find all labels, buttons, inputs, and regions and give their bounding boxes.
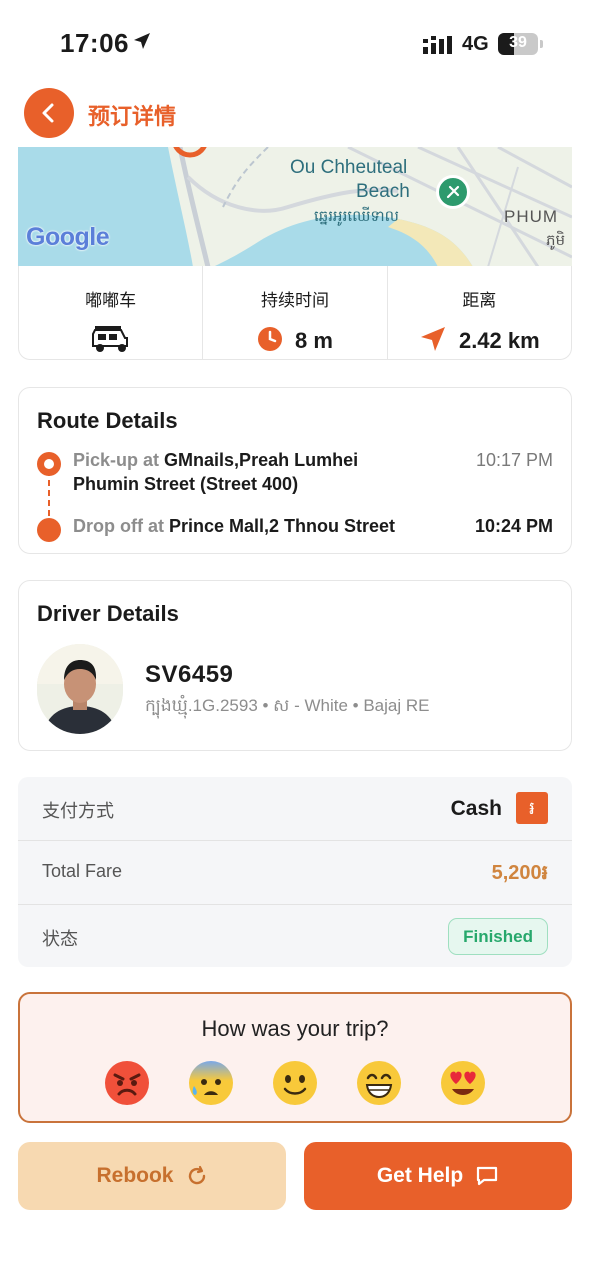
stat-vehicle: 嘟嘟车 <box>19 266 202 359</box>
rebook-button[interactable]: Rebook <box>18 1142 286 1210</box>
trip-stats: 嘟嘟车 持续时间 8 m 距离 2.42 km <box>18 266 572 360</box>
duration-value: 8 m <box>295 328 333 353</box>
status-time: 17:06 <box>60 28 129 58</box>
status-row: 状态 Finished <box>18 904 572 967</box>
pickup-address: Pick-up at GMnails,Preah Lumhei Phumin S… <box>73 448 358 496</box>
grinning-face-icon[interactable] <box>356 1060 402 1106</box>
total-fare-row: Total Fare 5,200៛ <box>18 840 572 903</box>
vehicle-label: 嘟嘟车 <box>85 291 137 311</box>
cash-icon: ៛ <box>516 792 548 824</box>
route-details-title: Route Details <box>37 408 178 433</box>
trip-rating-card: How was your trip? <box>18 992 572 1123</box>
navigation-arrow-icon <box>419 325 447 358</box>
dropoff-marker-icon <box>37 518 61 542</box>
get-help-label: Get Help <box>376 1164 464 1187</box>
driver-avatar <box>37 644 123 734</box>
pickup-time: 10:17 PM <box>475 450 553 470</box>
clock-icon <box>257 326 283 357</box>
map-label-khmer: ឆ្នេរអូរឈើទាល <box>314 207 399 225</box>
stat-duration: 持续时间 8 m <box>202 266 386 359</box>
dropoff-time: 10:24 PM <box>474 516 553 536</box>
tuk-tuk-icon <box>91 324 131 359</box>
driver-details-title: Driver Details <box>37 601 179 626</box>
payment-method-label: 支付方式 <box>42 801 114 821</box>
total-fare-value: 5,200៛ <box>491 862 548 884</box>
chat-bubble-icon <box>475 1165 499 1187</box>
stat-distance: 距离 2.42 km <box>386 266 571 359</box>
dropoff-place: Prince Mall,2 Thnou Street <box>169 516 396 536</box>
pickup-place-line2: Phumin Street (Street 400) <box>73 474 299 494</box>
distance-value: 2.42 km <box>458 328 540 353</box>
map-label-place2: Beach <box>356 181 410 202</box>
heart-eyes-face-icon[interactable] <box>440 1060 486 1106</box>
smiling-face-icon[interactable] <box>272 1060 318 1106</box>
payment-method-row: 支付方式 Cash ៛ <box>18 777 572 840</box>
total-fare-label: Total Fare <box>42 861 123 881</box>
map-label-phum: PHUM <box>504 207 559 226</box>
chevron-left-icon <box>42 103 54 123</box>
network-type: 4G <box>462 33 489 55</box>
beach-pin-icon[interactable] <box>436 175 470 209</box>
refresh-icon <box>186 1165 208 1187</box>
map-label-phum-km: ភូមិ <box>546 232 566 249</box>
angry-face-icon[interactable] <box>104 1060 150 1106</box>
rebook-label: Rebook <box>96 1164 174 1187</box>
dropoff-address: Drop off at Prince Mall,2 Thnou Street <box>73 514 395 538</box>
anxious-face-icon[interactable] <box>188 1060 234 1106</box>
driver-plate: SV6459 <box>145 661 234 688</box>
status-bar: 17:06 4G 39 <box>0 0 590 90</box>
route-map[interactable]: Ou Chheuteal Beach ឆ្នេរអូរឈើទាល PHUM ភូ… <box>18 147 572 267</box>
signal-icon <box>423 36 455 59</box>
battery-tip <box>540 40 543 48</box>
map-label-place: Ou Chheuteal <box>290 157 408 178</box>
pickup-prefix: Pick-up at <box>73 450 160 470</box>
vehicle-details: ក្បុងឃ្មុំ.1G.2593 • ស - White • Bajaj R… <box>145 696 430 715</box>
battery-level: 39 <box>509 34 527 51</box>
dropoff-prefix: Drop off at <box>73 516 164 536</box>
google-logo: Google <box>26 223 110 251</box>
battery-icon: 39 <box>498 33 538 55</box>
status-badge: Finished <box>448 918 548 955</box>
duration-label: 持续时间 <box>260 291 329 311</box>
rating-question: How was your trip? <box>201 1016 389 1041</box>
payment-method-value: Cash <box>450 797 502 820</box>
payment-summary: 支付方式 Cash ៛ Total Fare 5,200៛ 状态 Finishe… <box>18 777 572 967</box>
distance-label: 距离 <box>462 291 497 311</box>
route-connector <box>48 470 50 516</box>
back-button[interactable] <box>24 88 74 138</box>
location-arrow-icon <box>132 31 152 56</box>
driver-details-card: Driver Details SV6459 ក្បុងឃ្មុំ.1G.2593… <box>18 580 572 751</box>
get-help-button[interactable]: Get Help <box>304 1142 572 1210</box>
status-label: 状态 <box>42 929 78 949</box>
page-title: 预订详情 <box>88 105 177 130</box>
pickup-place-line1: GMnails,Preah Lumhei <box>164 450 359 470</box>
route-details-card: Route Details Pick-up at GMnails,Preah L… <box>18 387 572 554</box>
